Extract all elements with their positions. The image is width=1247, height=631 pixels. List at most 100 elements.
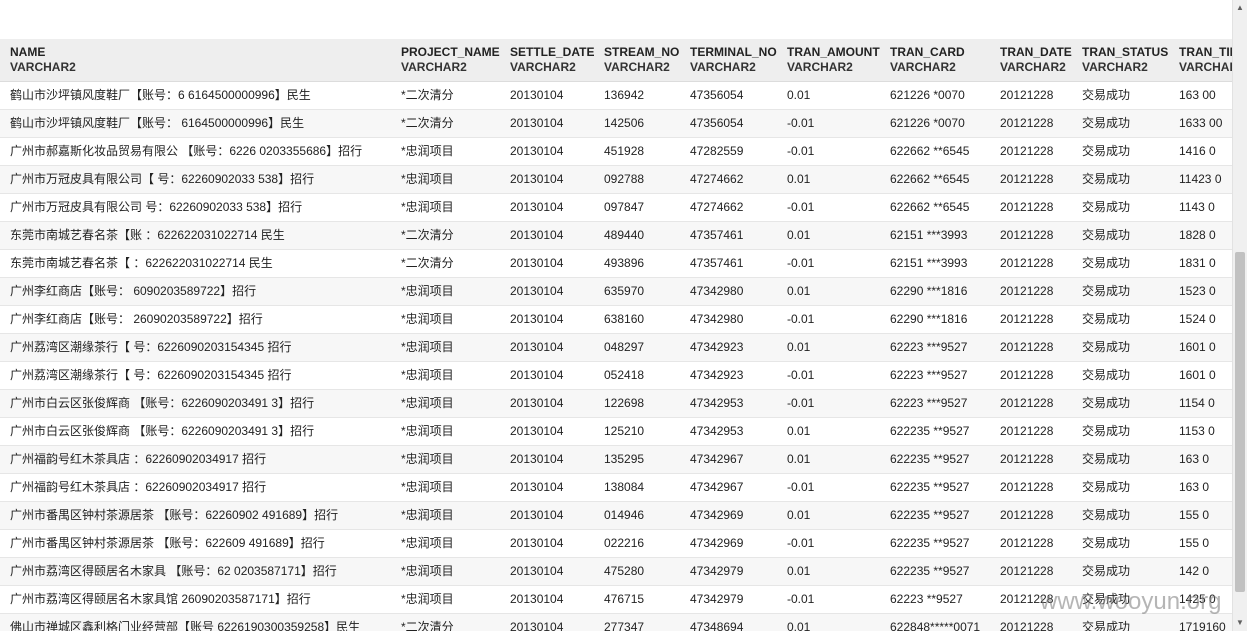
table-cell[interactable]: *忠润项目 [391, 165, 500, 194]
table-cell[interactable]: 20130104 [500, 585, 594, 614]
table-cell[interactable]: 47356054 [680, 81, 777, 110]
table-cell[interactable]: 广州市白云区张俊辉商 【账号：6226090203491 3】招行 [0, 389, 391, 418]
table-cell[interactable]: 20130104 [500, 417, 594, 446]
table-cell[interactable]: 东莞市南城艺春名茶【 ：622622031022714 民生 [0, 249, 391, 278]
table-cell[interactable]: *忠润项目 [391, 137, 500, 166]
table-cell[interactable]: 20130104 [500, 389, 594, 418]
table-cell[interactable]: 20130104 [500, 165, 594, 194]
table-cell[interactable]: *忠润项目 [391, 333, 500, 362]
table-cell[interactable]: 47342953 [680, 389, 777, 418]
table-cell[interactable]: 交易成功 [1072, 277, 1169, 306]
results-grid[interactable]: NAME VARCHAR2 PROJECT_NAME VARCHAR2 SETTLE_D… [0, 39, 1232, 631]
table-row[interactable]: 广州福韵号红木茶具店 ：62260902034917 招行 *忠润项目 201301… [0, 473, 1232, 502]
table-cell[interactable]: 1633 00 [1169, 109, 1232, 138]
table-cell[interactable]: 622235 **9527 [880, 529, 990, 558]
table-cell[interactable]: 交易成功 [1072, 109, 1169, 138]
table-row[interactable]: 广州市万冠皮具有限公司 号：62260902033 538】招行 *忠润项目 201… [0, 193, 1232, 222]
table-cell[interactable]: 47348694 [680, 613, 777, 631]
table-cell[interactable]: 621226 *0070 [880, 81, 990, 110]
table-cell[interactable]: 622662 **6545 [880, 137, 990, 166]
table-cell[interactable]: 022216 [594, 529, 680, 558]
table-cell[interactable]: 622848*****0071 [880, 613, 990, 631]
column-header-project-name[interactable]: PROJECT_NAME VARCHAR2 [391, 39, 500, 82]
table-cell[interactable]: 622235 **9527 [880, 445, 990, 474]
table-cell[interactable]: 635970 [594, 277, 680, 306]
table-row[interactable]: 广州李红商店【账号： 6090203589722】招行 *忠润项目 20130104… [0, 277, 1232, 306]
table-cell[interactable]: 451928 [594, 137, 680, 166]
table-cell[interactable]: 20121228 [990, 277, 1072, 306]
table-cell[interactable]: 47274662 [680, 193, 777, 222]
table-cell[interactable]: 052418 [594, 361, 680, 390]
table-cell[interactable]: 0.01 [777, 165, 880, 194]
table-cell[interactable]: 交易成功 [1072, 137, 1169, 166]
table-cell[interactable]: -0.01 [777, 585, 880, 614]
table-cell[interactable]: 122698 [594, 389, 680, 418]
table-cell[interactable]: 20121228 [990, 613, 1072, 631]
table-cell[interactable]: 广州荔湾区潮缘茶行【 号：6226090203154345 招行 [0, 333, 391, 362]
table-cell[interactable]: -0.01 [777, 529, 880, 558]
table-cell[interactable]: 交易成功 [1072, 585, 1169, 614]
column-header-stream-no[interactable]: STREAM_NO VARCHAR2 [594, 39, 680, 82]
table-cell[interactable]: 20121228 [990, 221, 1072, 250]
table-cell[interactable]: 47342967 [680, 445, 777, 474]
table-row[interactable]: 广州市荔湾区得颐居名木家具 【账号：62 0203587171】招行 *忠润项目 2… [0, 557, 1232, 586]
table-cell[interactable]: *忠润项目 [391, 193, 500, 222]
table-cell[interactable]: 鹤山市沙坪镇风度鞋厂【账号：6 6164500000996】民生 [0, 81, 391, 110]
table-cell[interactable]: 20130104 [500, 361, 594, 390]
table-cell[interactable]: 47342923 [680, 333, 777, 362]
table-cell[interactable]: 广州市白云区张俊辉商 【账号：6226090203491 3】招行 [0, 417, 391, 446]
table-cell[interactable]: 20130104 [500, 109, 594, 138]
table-cell[interactable]: 163 0 [1169, 445, 1232, 474]
table-cell[interactable]: *二次清分 [391, 613, 500, 631]
table-cell[interactable]: 广州市郝嘉斯化妆品贸易有限公 【账号：6226 0203355686】招行 [0, 137, 391, 166]
column-header-settle-date[interactable]: SETTLE_DATE VARCHAR2 [500, 39, 594, 82]
table-cell[interactable]: 47282559 [680, 137, 777, 166]
table-cell[interactable]: 20130104 [500, 305, 594, 334]
table-cell[interactable]: 0.01 [777, 613, 880, 631]
table-cell[interactable]: 交易成功 [1072, 193, 1169, 222]
table-cell[interactable]: 交易成功 [1072, 417, 1169, 446]
table-cell[interactable]: *忠润项目 [391, 361, 500, 390]
table-cell[interactable]: 1601 0 [1169, 333, 1232, 362]
table-cell[interactable]: -0.01 [777, 389, 880, 418]
table-cell[interactable]: 0.01 [777, 333, 880, 362]
table-cell[interactable]: 1828 0 [1169, 221, 1232, 250]
table-cell[interactable]: 20121228 [990, 361, 1072, 390]
table-cell[interactable]: 20121228 [990, 389, 1072, 418]
table-row[interactable]: 广州市白云区张俊辉商 【账号：6226090203491 3】招行 *忠润项目 20… [0, 389, 1232, 418]
table-row[interactable]: 佛山市禅城区鑫利格门业经营部【账号 6226190300359258】民生 *二次… [0, 613, 1232, 631]
table-cell[interactable]: 47274662 [680, 165, 777, 194]
table-cell[interactable]: 47357461 [680, 249, 777, 278]
table-cell[interactable]: 1524 0 [1169, 305, 1232, 334]
table-cell[interactable]: 622662 **6545 [880, 165, 990, 194]
table-cell[interactable]: 交易成功 [1072, 249, 1169, 278]
table-cell[interactable]: 1153 0 [1169, 417, 1232, 446]
table-cell[interactable]: 广州荔湾区潮缘茶行【 号：6226090203154345 招行 [0, 361, 391, 390]
table-cell[interactable]: -0.01 [777, 193, 880, 222]
table-cell[interactable]: 广州市荔湾区得颐居名木家具馆 26090203587171】招行 [0, 585, 391, 614]
column-header-tran-status[interactable]: TRAN_STATUS VARCHAR2 [1072, 39, 1169, 82]
table-row[interactable]: 鹤山市沙坪镇风度鞋厂【账号：6 6164500000996】民生 *二次清分 201… [0, 81, 1232, 110]
table-row[interactable]: 广州市白云区张俊辉商 【账号：6226090203491 3】招行 *忠润项目 20… [0, 417, 1232, 446]
table-cell[interactable]: 20121228 [990, 109, 1072, 138]
table-cell[interactable]: 0.01 [777, 81, 880, 110]
column-header-tran-tim[interactable]: TRAN_TIMVARCHAR [1169, 39, 1232, 82]
table-cell[interactable]: 014946 [594, 501, 680, 530]
table-cell[interactable]: 47342979 [680, 557, 777, 586]
table-cell[interactable]: 广州市番禺区钟村茶源居茶 【账号：622609 491689】招行 [0, 529, 391, 558]
table-cell[interactable]: 20121228 [990, 417, 1072, 446]
table-cell[interactable]: 广州福韵号红木茶具店 ：62260902034917 招行 [0, 473, 391, 502]
table-cell[interactable]: 155 0 [1169, 529, 1232, 558]
table-cell[interactable]: 622235 **9527 [880, 501, 990, 530]
table-cell[interactable]: 47342969 [680, 529, 777, 558]
table-cell[interactable]: 交易成功 [1072, 501, 1169, 530]
table-cell[interactable]: 交易成功 [1072, 81, 1169, 110]
table-cell[interactable]: 交易成功 [1072, 221, 1169, 250]
table-cell[interactable]: 20130104 [500, 557, 594, 586]
table-cell[interactable]: 47357461 [680, 221, 777, 250]
table-cell[interactable]: 277347 [594, 613, 680, 631]
table-cell[interactable]: 1523 0 [1169, 277, 1232, 306]
table-cell[interactable]: 62223 ***9527 [880, 389, 990, 418]
table-row[interactable]: 广州李红商店【账号： 26090203589722】招行 *忠润项目 2013010… [0, 305, 1232, 334]
table-cell[interactable]: 638160 [594, 305, 680, 334]
